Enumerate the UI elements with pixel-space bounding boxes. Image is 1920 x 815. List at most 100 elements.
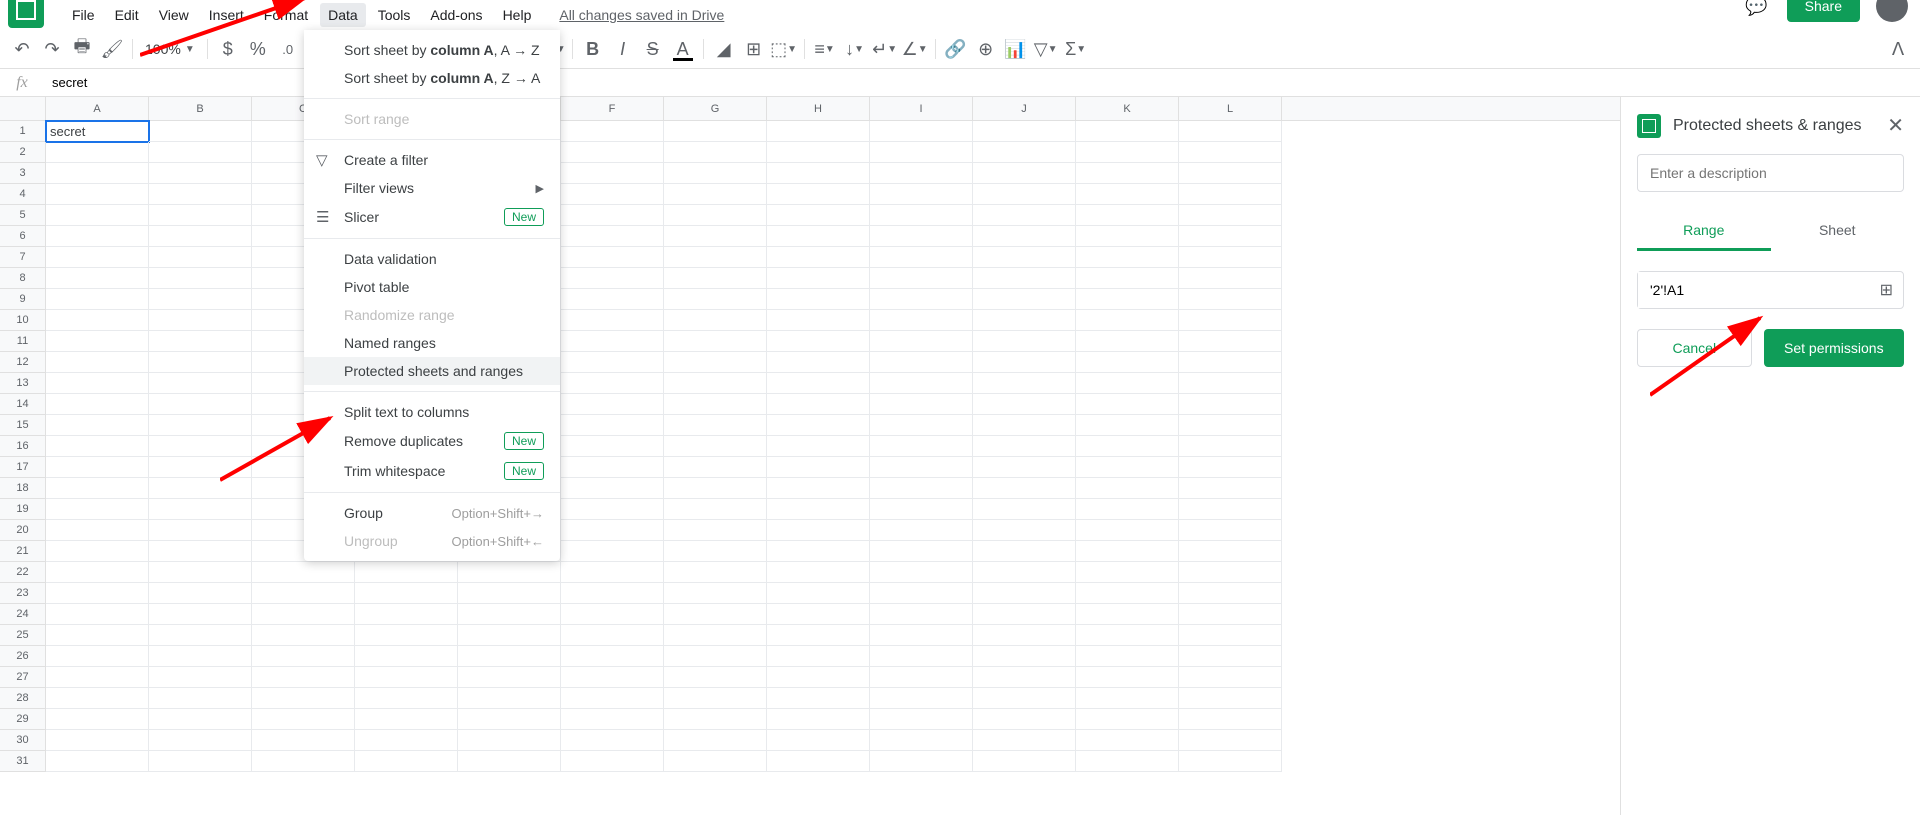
col-header[interactable]: H xyxy=(767,97,870,120)
cell[interactable] xyxy=(973,688,1076,709)
align-h-button[interactable]: ≡▼ xyxy=(811,35,839,63)
cell[interactable] xyxy=(767,478,870,499)
set-permissions-button[interactable]: Set permissions xyxy=(1764,329,1904,367)
row-header[interactable]: 1 xyxy=(0,121,46,142)
row-header[interactable]: 25 xyxy=(0,625,46,646)
cell[interactable] xyxy=(1179,604,1282,625)
cell[interactable] xyxy=(870,604,973,625)
row-header[interactable]: 9 xyxy=(0,289,46,310)
cell[interactable] xyxy=(149,709,252,730)
filter-button[interactable]: ▽▼ xyxy=(1032,35,1060,63)
borders-button[interactable]: ⊞ xyxy=(740,35,768,63)
cell[interactable] xyxy=(664,268,767,289)
cell[interactable] xyxy=(973,604,1076,625)
cell[interactable] xyxy=(1076,457,1179,478)
cell[interactable] xyxy=(664,247,767,268)
cell[interactable] xyxy=(1179,163,1282,184)
cell[interactable] xyxy=(1179,667,1282,688)
cell[interactable] xyxy=(149,604,252,625)
cell[interactable] xyxy=(149,583,252,604)
cell[interactable] xyxy=(870,415,973,436)
undo-button[interactable]: ↶ xyxy=(8,35,36,63)
cell[interactable] xyxy=(149,268,252,289)
row-header[interactable]: 31 xyxy=(0,751,46,772)
menu-pivot-table[interactable]: Pivot table xyxy=(304,273,560,301)
cell[interactable] xyxy=(767,436,870,457)
cell[interactable] xyxy=(46,226,149,247)
cell[interactable] xyxy=(767,121,870,142)
cell[interactable] xyxy=(1076,331,1179,352)
cell[interactable] xyxy=(870,121,973,142)
cell[interactable] xyxy=(767,688,870,709)
row-header[interactable]: 26 xyxy=(0,646,46,667)
cell[interactable] xyxy=(149,205,252,226)
tab-range[interactable]: Range xyxy=(1637,212,1771,251)
tab-sheet[interactable]: Sheet xyxy=(1771,212,1905,251)
cell[interactable] xyxy=(870,331,973,352)
cell[interactable] xyxy=(46,247,149,268)
cell[interactable] xyxy=(149,310,252,331)
cell[interactable] xyxy=(252,688,355,709)
cell[interactable] xyxy=(46,499,149,520)
cell[interactable] xyxy=(46,583,149,604)
avatar[interactable] xyxy=(1876,0,1908,22)
cell[interactable] xyxy=(1179,457,1282,478)
cell[interactable] xyxy=(664,163,767,184)
cell[interactable] xyxy=(767,184,870,205)
cell[interactable] xyxy=(46,751,149,772)
cell[interactable] xyxy=(46,709,149,730)
cell[interactable] xyxy=(973,625,1076,646)
cell[interactable] xyxy=(561,373,664,394)
paint-format-button[interactable]: 🖌 xyxy=(98,35,126,63)
cell[interactable] xyxy=(870,562,973,583)
cell[interactable] xyxy=(355,625,458,646)
cell[interactable] xyxy=(664,457,767,478)
cell[interactable] xyxy=(870,247,973,268)
menu-tools[interactable]: Tools xyxy=(370,3,419,27)
cell[interactable] xyxy=(1076,415,1179,436)
share-button[interactable]: Share xyxy=(1787,0,1860,22)
cell[interactable] xyxy=(973,562,1076,583)
cell[interactable] xyxy=(149,394,252,415)
cell[interactable] xyxy=(149,499,252,520)
cell[interactable] xyxy=(355,583,458,604)
cell[interactable] xyxy=(458,688,561,709)
cell[interactable] xyxy=(561,520,664,541)
cell[interactable] xyxy=(561,583,664,604)
cell[interactable] xyxy=(767,289,870,310)
cell[interactable] xyxy=(1179,121,1282,142)
cell[interactable] xyxy=(149,688,252,709)
cell[interactable] xyxy=(1076,709,1179,730)
cell[interactable] xyxy=(870,625,973,646)
fill-color-button[interactable]: ◢ xyxy=(710,35,738,63)
cell[interactable] xyxy=(458,646,561,667)
cell[interactable] xyxy=(767,520,870,541)
cell[interactable] xyxy=(46,541,149,562)
cell[interactable] xyxy=(561,247,664,268)
cell[interactable] xyxy=(973,583,1076,604)
close-icon[interactable]: ✕ xyxy=(1887,113,1904,138)
cell[interactable] xyxy=(458,604,561,625)
cell[interactable] xyxy=(973,520,1076,541)
cell[interactable]: secret xyxy=(46,121,149,142)
cell[interactable] xyxy=(767,394,870,415)
cell[interactable] xyxy=(46,604,149,625)
cell[interactable] xyxy=(149,520,252,541)
cell[interactable] xyxy=(664,373,767,394)
cell[interactable] xyxy=(1076,583,1179,604)
cell[interactable] xyxy=(664,646,767,667)
cell[interactable] xyxy=(1076,352,1179,373)
cell[interactable] xyxy=(1076,247,1179,268)
cell[interactable] xyxy=(870,457,973,478)
cell[interactable] xyxy=(870,751,973,772)
cell[interactable] xyxy=(664,142,767,163)
cell[interactable] xyxy=(355,751,458,772)
cell[interactable] xyxy=(1076,436,1179,457)
cell[interactable] xyxy=(664,604,767,625)
cell[interactable] xyxy=(149,142,252,163)
menu-named-ranges[interactable]: Named ranges xyxy=(304,329,560,357)
cell[interactable] xyxy=(664,751,767,772)
row-header[interactable]: 10 xyxy=(0,310,46,331)
row-header[interactable]: 11 xyxy=(0,331,46,352)
select-range-icon[interactable]: ⊞ xyxy=(1870,280,1903,300)
